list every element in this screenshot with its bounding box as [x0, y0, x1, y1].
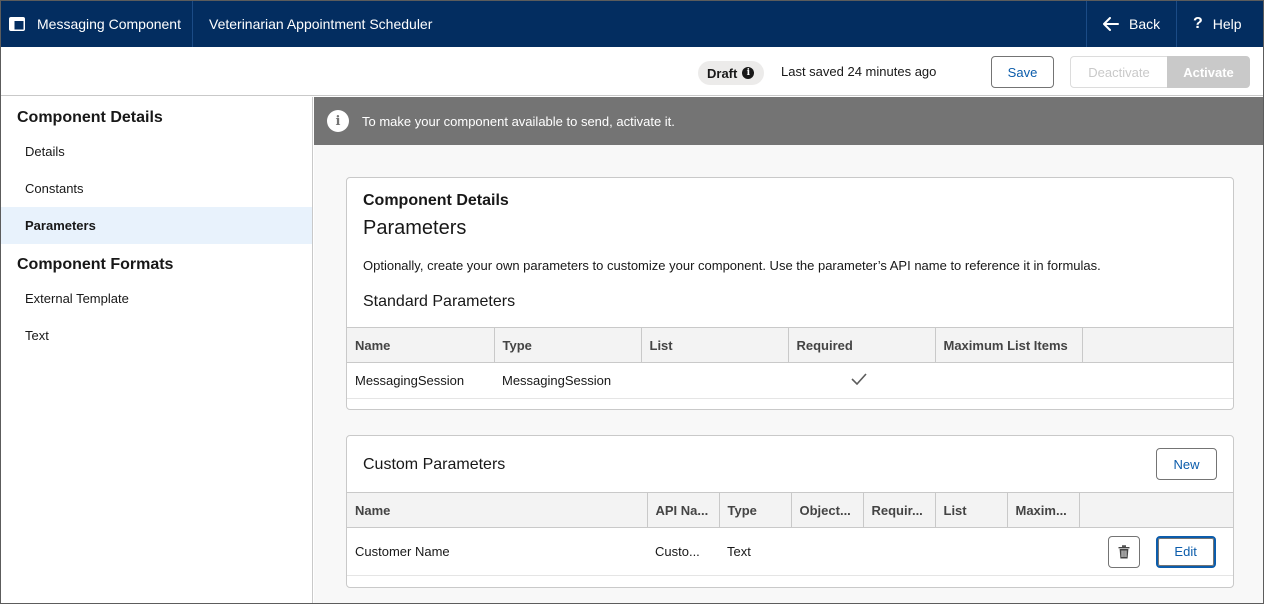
column-header-object[interactable]: Object...: [791, 492, 864, 528]
column-header-list[interactable]: List: [641, 327, 789, 363]
column-header-name[interactable]: Name: [347, 327, 495, 363]
column-header-type[interactable]: Type: [719, 492, 792, 528]
status-badge: Draft i: [698, 61, 764, 85]
back-button[interactable]: Back: [1086, 1, 1176, 47]
help-label: Help: [1212, 16, 1242, 32]
table-header-row: Name Type List Required Maximum List Ite…: [347, 327, 1233, 363]
banner-text: To make your component available to send…: [362, 113, 675, 129]
new-parameter-button[interactable]: New: [1156, 448, 1217, 480]
column-header-api-name[interactable]: API Na...: [647, 492, 720, 528]
app-frame: Messaging Component Veterinarian Appoint…: [0, 0, 1264, 604]
cell-api-name: Custo...: [647, 527, 719, 576]
table-row: MessagingSession MessagingSession: [347, 362, 1233, 399]
cell-list: [935, 527, 1007, 576]
info-icon[interactable]: i: [742, 67, 755, 79]
cell-name: MessagingSession: [347, 362, 494, 399]
arrow-left-icon: [1103, 17, 1119, 31]
info-icon: i: [327, 110, 349, 132]
column-header-actions: [1082, 327, 1233, 363]
sidebar-item-parameters[interactable]: Parameters: [1, 207, 312, 244]
cell-required: [863, 527, 935, 576]
sidebar-item-text[interactable]: Text: [1, 317, 312, 354]
global-header: Messaging Component Veterinarian Appoint…: [1, 1, 1263, 47]
column-header-maximum-list-items[interactable]: Maximum List Items: [935, 327, 1083, 363]
back-label: Back: [1129, 16, 1161, 32]
delete-button[interactable]: [1108, 535, 1140, 568]
card-description: Optionally, create your own parameters t…: [363, 258, 1101, 273]
cell-type: MessagingSession: [494, 362, 641, 399]
custom-parameters-table: Name API Na... Type Object... Requir... …: [347, 492, 1233, 576]
save-button[interactable]: Save: [991, 56, 1054, 88]
table-row: Customer Name Custo... Text Edit: [347, 527, 1233, 576]
cell-actions: [1082, 362, 1233, 399]
table-header-row: Name API Na... Type Object... Requir... …: [347, 492, 1233, 528]
cell-name: Customer Name: [347, 527, 647, 576]
app-window-icon: [9, 17, 25, 31]
app-title: Messaging Component: [37, 16, 181, 32]
checkmark-icon: [850, 373, 867, 385]
app-launcher[interactable]: Messaging Component: [1, 1, 193, 47]
column-header-name[interactable]: Name: [347, 492, 648, 528]
main-content: i To make your component available to se…: [314, 97, 1263, 603]
sidebar-nav: Component Details Details Constants Para…: [1, 97, 313, 603]
column-header-required[interactable]: Requir...: [863, 492, 936, 528]
card-title: Parameters: [363, 217, 467, 239]
sidebar-section-component-details: Component Details: [17, 109, 163, 126]
activate-button[interactable]: Activate: [1167, 56, 1250, 88]
question-icon: ?: [1193, 15, 1203, 32]
cell-type: Text: [719, 527, 791, 576]
status-badge-label: Draft: [707, 65, 738, 81]
column-header-required[interactable]: Required: [788, 327, 936, 363]
trash-icon: [1118, 544, 1130, 558]
standard-parameters-card: Component Details Parameters Optionally,…: [346, 177, 1234, 410]
standard-parameters-heading: Standard Parameters: [363, 293, 516, 310]
deactivate-button[interactable]: Deactivate: [1070, 56, 1168, 88]
help-button[interactable]: ? Help: [1176, 1, 1263, 47]
column-header-actions: [1079, 492, 1233, 528]
column-header-list[interactable]: List: [935, 492, 1008, 528]
custom-parameters-heading: Custom Parameters: [363, 456, 506, 473]
toolbar: Draft i Last saved 24 minutes ago Save D…: [1, 47, 1263, 96]
custom-parameters-card: Custom Parameters New Name API Na... Typ…: [346, 435, 1234, 588]
cell-maximum-list-items: [935, 362, 1082, 399]
sidebar-item-constants[interactable]: Constants: [1, 170, 312, 207]
cell-maximum: [1007, 527, 1079, 576]
column-header-type[interactable]: Type: [494, 327, 642, 363]
record-title: Veterinarian Appointment Scheduler: [209, 16, 433, 32]
sidebar-item-external-template[interactable]: External Template: [1, 280, 312, 317]
cell-list: [641, 362, 788, 399]
last-saved-text: Last saved 24 minutes ago: [781, 64, 937, 79]
cell-required: [788, 362, 935, 399]
activation-banner: i To make your component available to se…: [314, 97, 1263, 145]
edit-button[interactable]: Edit: [1155, 535, 1216, 568]
cell-object: [791, 527, 863, 576]
sidebar-section-component-formats: Component Formats: [17, 256, 174, 273]
card-eyebrow: Component Details: [363, 192, 509, 209]
sidebar-item-details[interactable]: Details: [1, 133, 312, 170]
column-header-maximum[interactable]: Maxim...: [1007, 492, 1080, 528]
standard-parameters-table: Name Type List Required Maximum List Ite…: [347, 327, 1233, 399]
cell-actions: Edit: [1079, 527, 1233, 576]
